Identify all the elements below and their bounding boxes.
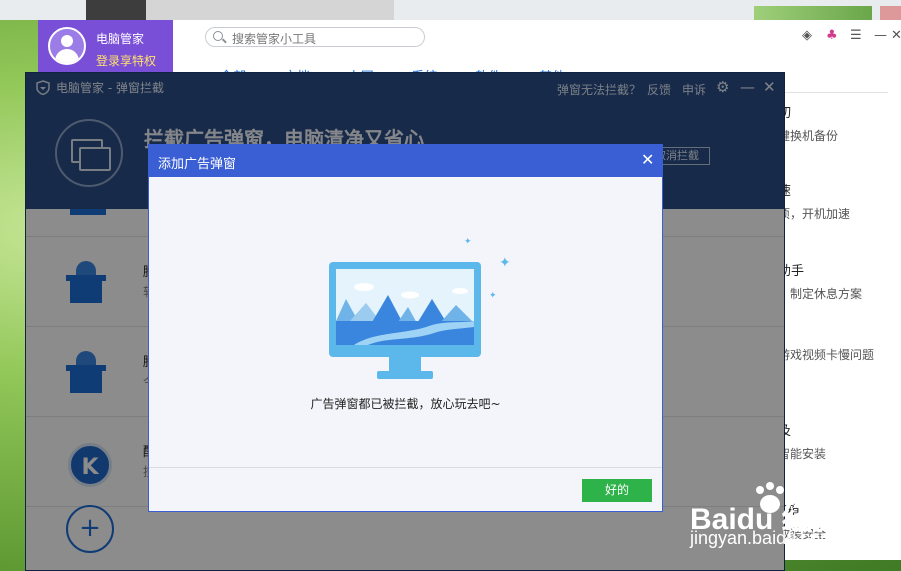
sparkle-icon: ✦ <box>489 291 497 301</box>
tool-title: 助手 <box>778 264 805 279</box>
tool-list: 切 键换机备份 速 项，开机加速 助手 ，制定休息方案 游戏视频卡慢问题 及 智… <box>778 20 901 560</box>
tool-title: 及 <box>778 420 826 439</box>
sparkle-icon: ✦ <box>499 255 511 271</box>
tool-item[interactable]: 切 键换机备份 <box>778 102 838 144</box>
tool-item[interactable]: 助手 ，制定休息方案 <box>778 260 862 302</box>
background-tab <box>86 0 146 20</box>
divider <box>778 92 888 93</box>
tool-desc: 游戏视频卡慢问题 <box>778 348 875 362</box>
avatar[interactable] <box>48 27 86 65</box>
background-thumbnail <box>880 6 901 20</box>
search-icon <box>213 31 223 41</box>
tool-item[interactable]: 及 智能安装 <box>778 420 826 462</box>
sparkle-icon: ✦ <box>464 237 472 247</box>
dialog-message: 广告弹窗都已被拦截，放心玩去吧~ <box>310 397 501 411</box>
divider <box>149 467 662 468</box>
close-icon[interactable]: ✕ <box>641 150 654 169</box>
tool-desc: 项，开机加速 <box>778 207 851 221</box>
tool-title: 切 <box>778 102 838 121</box>
tool-title: 速 <box>778 180 850 199</box>
tool-item[interactable]: 游戏视频卡慢问题 <box>778 340 874 363</box>
app-name: 电脑管家 <box>96 32 145 46</box>
dialog-title: 添加广告弹窗 <box>158 157 237 172</box>
monitor-illustration <box>329 262 481 357</box>
monitor-stand <box>389 357 421 371</box>
tool-item[interactable]: 速 项，开机加速 <box>778 180 850 222</box>
tool-desc: ，制定休息方案 <box>778 287 863 301</box>
background-bar <box>146 0 394 20</box>
watermark-url: jingyan.baidu.com <box>690 528 836 548</box>
search-input[interactable]: 搜索管家小工具 <box>205 27 425 47</box>
login-link[interactable]: 登录享特权 <box>96 52 156 69</box>
baidu-watermark: Baidu 经验 jingyan.baidu.com <box>690 480 901 571</box>
landscape-icon <box>336 269 474 345</box>
user-block[interactable]: 电脑管家 登录享特权 <box>38 20 173 72</box>
add-popup-dialog: 添加广告弹窗 ✕ ✦ ✦ ✦ 广告弹窗都已被拦截，放心玩去吧~ 好的 <box>148 144 663 512</box>
search-placeholder: 搜索管家小工具 <box>232 32 317 46</box>
monitor-base <box>377 371 433 379</box>
dialog-titlebar: 添加广告弹窗 ✕ <box>149 145 662 177</box>
tool-desc: 智能安装 <box>778 447 827 461</box>
background-thumbnail <box>754 6 872 20</box>
tool-desc: 键换机备份 <box>778 129 839 143</box>
ok-button[interactable]: 好的 <box>582 479 652 502</box>
